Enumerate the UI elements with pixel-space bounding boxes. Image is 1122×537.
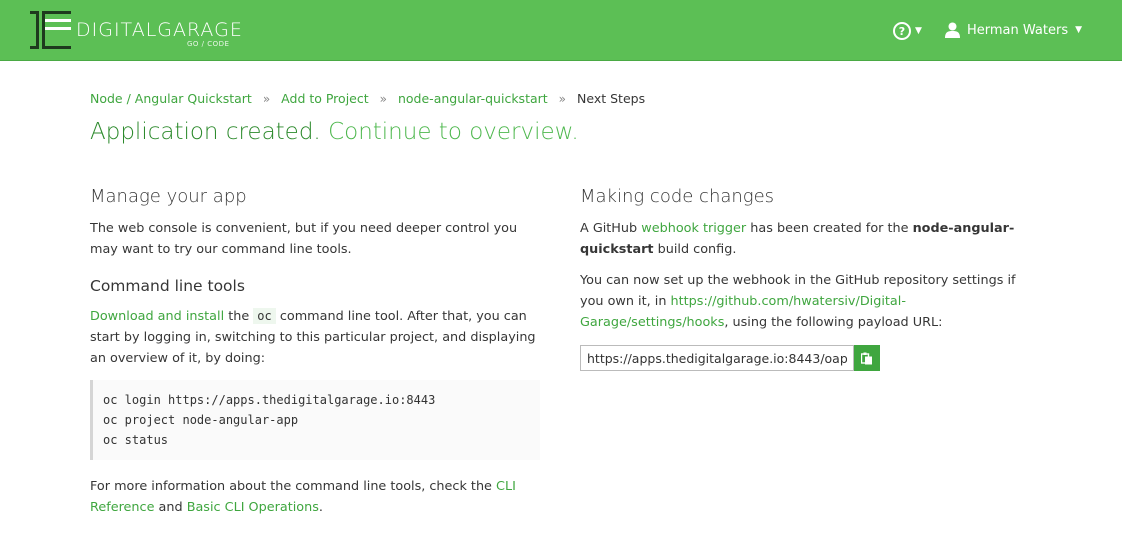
breadcrumb-separator-icon: » [262,91,271,106]
download-install-link[interactable]: Download and install [90,309,224,324]
chevron-down-icon: ▼ [1075,25,1083,35]
code-changes-section: Making code changes A GitHub webhook tri… [580,186,1030,371]
continue-to-overview-link[interactable]: Continue to overview. [328,119,579,145]
basic-cli-operations-link[interactable]: Basic CLI Operations [187,500,319,515]
breadcrumb-item-add-to-project[interactable]: Add to Project [281,91,368,106]
text-the: the [228,309,250,324]
manage-app-intro: The web console is convenient, but if yo… [90,221,518,257]
brand-logo[interactable]: DIGITALGARAGE GO / CODE [30,10,242,50]
user-name: Herman Waters [967,22,1069,38]
clipboard-icon [861,352,872,364]
help-menu[interactable]: ? ▼ [893,21,922,41]
command-line: oc status [103,433,169,447]
breadcrumb-item-template[interactable]: Node / Angular Quickstart [90,91,252,106]
user-menu[interactable]: Herman Waters ▼ [945,20,1082,40]
more-info-prefix: For more information about the command l… [90,479,492,494]
text-build-config: build config. [657,242,737,257]
manage-app-heading: Manage your app [90,186,247,207]
breadcrumb-current: Next Steps [577,91,646,106]
logo-bracket-icon [30,11,71,49]
breadcrumb-item-app[interactable]: node-angular-quickstart [398,91,548,106]
text-and: and [158,500,183,515]
oc-code: oc [253,308,276,324]
cli-description: Download and install the oc command line… [90,306,540,369]
help-icon: ? [893,22,911,40]
command-line: oc login https://apps.thedigitalgarage.i… [103,393,436,407]
cli-commands-block: oc login https://apps.thedigitalgarage.i… [90,380,540,460]
breadcrumb-separator-icon: » [558,91,567,106]
webhook-setup-text: You can now set up the webhook in the Gi… [580,270,1030,333]
copy-to-clipboard-button[interactable] [854,345,880,371]
chevron-down-icon: ▼ [915,26,922,36]
cli-heading: Command line tools [90,277,245,295]
command-line: oc project node-angular-app [103,413,299,427]
payload-url-input[interactable] [580,345,854,371]
breadcrumb-separator-icon: » [379,91,387,106]
top-navbar: DIGITALGARAGE GO / CODE ? ▼ Herman Water… [0,0,1122,61]
brand-name: DIGITALGARAGE [76,19,243,41]
text-github-prefix: A GitHub [580,221,638,236]
user-icon [945,22,960,38]
text-created-for: has been created for the [750,221,909,236]
page-title: Application created. Continue to overvie… [90,119,579,145]
more-info-text: For more information about the command l… [90,476,540,518]
webhook-created-text: A GitHub webhook trigger has been create… [580,218,1030,260]
text-setup-suffix: , using the following payload URL: [724,315,943,330]
app-created-text: Application created. [90,119,321,145]
period: . [318,500,323,515]
code-changes-heading: Making code changes [580,186,775,207]
payload-url-group [580,345,1030,371]
webhook-trigger-link[interactable]: webhook trigger [641,221,746,236]
breadcrumb: Node / Angular Quickstart » Add to Proje… [90,91,645,106]
manage-app-section: Manage your app The web console is conve… [90,186,540,528]
brand-tagline: GO / CODE [187,40,230,48]
